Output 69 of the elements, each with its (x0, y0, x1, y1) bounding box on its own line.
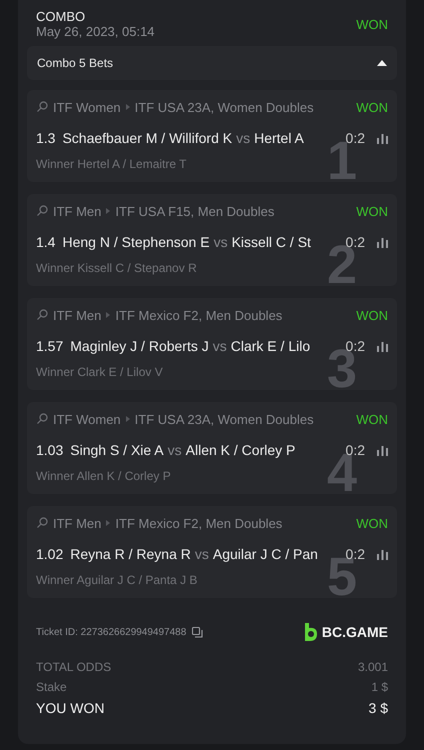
odds: 1.57 (36, 338, 64, 354)
odds: 1.4 (36, 234, 56, 250)
combo-toggle[interactable]: Combo 5 Bets (27, 46, 397, 80)
sport-name: ITF Women (53, 100, 121, 114)
status-label: WON (356, 516, 388, 530)
tournament-name: ITF USA 23A, Women Doubles (134, 412, 314, 426)
total-label: Stake (36, 680, 67, 694)
tournament-name: ITF USA 23A, Women Doubles (134, 100, 314, 114)
sport-name: ITF Men (53, 308, 102, 322)
tournament-name: ITF USA F15, Men Doubles (115, 204, 274, 218)
status-label: WON (356, 412, 388, 426)
versus-label: vs (194, 546, 209, 562)
logo-icon (304, 623, 318, 641)
bet-selection: Winner Clark E / Lilov V (36, 365, 164, 379)
bet-selection: Winner Allen K / Corley P (36, 469, 172, 483)
separator-icon (106, 312, 110, 318)
versus-label: vs (214, 234, 228, 250)
bet-selection: Winner Aguilar J C / Panta J B (36, 573, 198, 587)
away-team: Hertel A (254, 130, 304, 146)
caret-icon (377, 60, 387, 66)
bar-chart-icon[interactable] (377, 236, 388, 248)
separator-icon (126, 416, 130, 422)
versus-label: vs (212, 338, 227, 354)
bar-chart-icon[interactable] (377, 132, 388, 144)
away-team: Kissell C / St (232, 234, 311, 250)
home-team: Reyna R / Reyna R (70, 546, 191, 562)
bar-chart-icon[interactable] (377, 340, 388, 352)
status-label: WON (356, 100, 388, 114)
score: 0:2 (346, 546, 365, 562)
score: 0:2 (346, 234, 365, 250)
total-value: 1 $ (371, 680, 388, 694)
status-label: WON (356, 16, 388, 32)
home-team: Schaefbauer M / Williford K (62, 130, 232, 146)
brand-name: BC.GAME (322, 624, 388, 640)
away-team: Allen K / Corley P (186, 442, 296, 458)
versus-label: vs (236, 130, 250, 146)
versus-label: vs (168, 442, 182, 458)
bet-date: May 26, 2023, 05:14 (36, 24, 155, 39)
home-team: Singh S / Xie A (70, 442, 164, 458)
bet-type: COMBO (36, 9, 86, 24)
away-team: Clark E / Lilo (230, 338, 310, 354)
sport-name: ITF Men (53, 516, 102, 530)
odds: 1.3 (36, 130, 56, 146)
odds: 1.03 (36, 442, 64, 458)
status-label: WON (356, 308, 388, 322)
total-label: TOTAL ODDS (36, 660, 112, 674)
home-team: Maginley J / Roberts J (70, 338, 209, 354)
ticket-id: Ticket ID: 2273626629949497488 (36, 626, 186, 638)
total-value: 3 $ (368, 700, 388, 716)
score: 0:2 (346, 130, 365, 146)
separator-icon (126, 104, 130, 110)
tournament-name: ITF Mexico F2, Men Doubles (115, 516, 282, 530)
total-value: 3.001 (358, 660, 388, 674)
odds: 1.02 (36, 546, 64, 562)
home-team: Heng N / Stephenson E (62, 234, 210, 250)
bet-selection: Winner Hertel A / Lemaitre T (36, 157, 188, 171)
copy-icon[interactable] (192, 626, 204, 638)
separator-icon (106, 520, 110, 526)
bar-chart-icon[interactable] (377, 548, 388, 560)
tournament-name: ITF Mexico F2, Men Doubles (115, 308, 282, 322)
sport-name: ITF Women (53, 412, 121, 426)
status-label: WON (356, 204, 388, 218)
bet-selection: Winner Kissell C / Stepanov R (36, 261, 198, 275)
bar-chart-icon[interactable] (377, 444, 388, 456)
score: 0:2 (346, 338, 365, 354)
total-label: YOU WON (36, 700, 104, 716)
away-team: Aguilar J C / Pan (212, 546, 318, 562)
sport-name: ITF Men (53, 204, 102, 218)
separator-icon (106, 208, 110, 214)
